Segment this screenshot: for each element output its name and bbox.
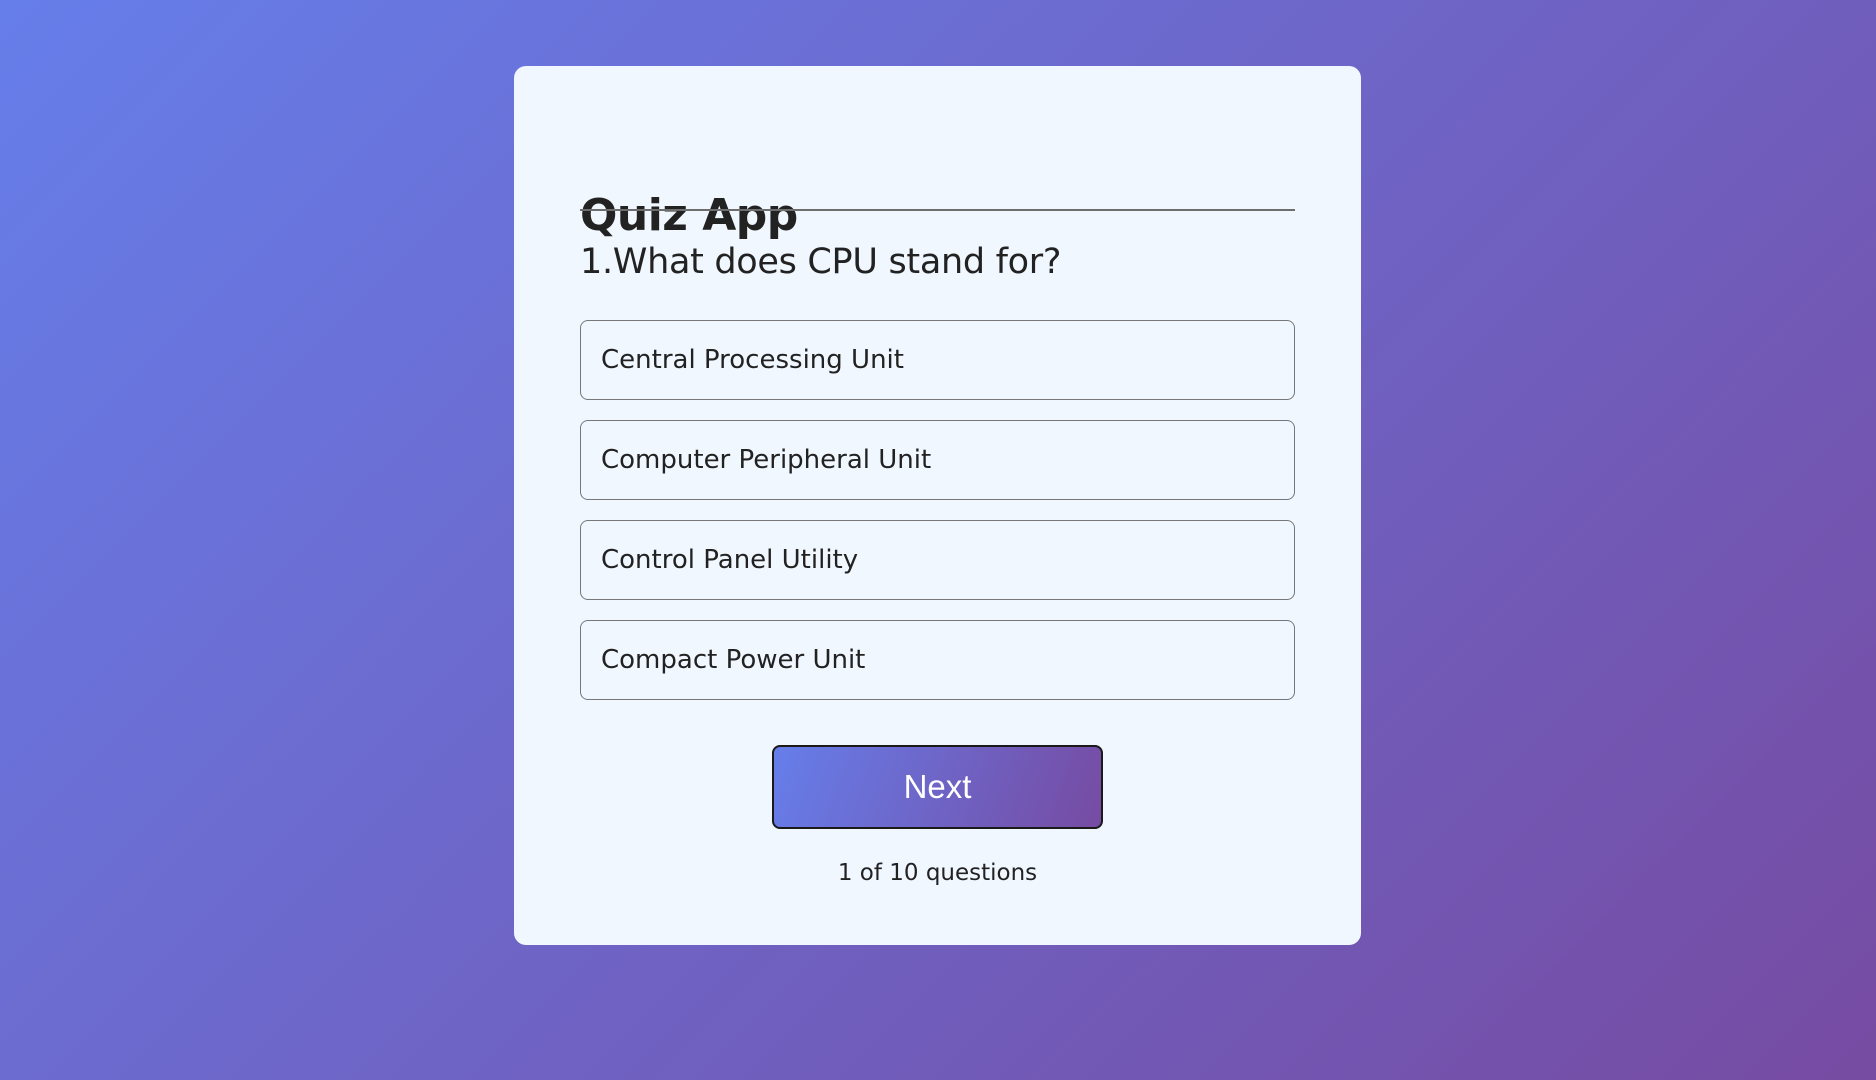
- divider: [580, 209, 1295, 211]
- question-text: 1.What does CPU stand for?: [580, 242, 1062, 282]
- quiz-card: Quiz App 1.What does CPU stand for? Cent…: [514, 66, 1361, 945]
- app-title: Quiz App: [580, 190, 798, 241]
- next-button[interactable]: Next: [772, 745, 1103, 829]
- answer-options: Central Processing Unit Computer Periphe…: [580, 320, 1295, 720]
- answer-option-3[interactable]: Control Panel Utility: [580, 520, 1295, 600]
- question-progress: 1 of 10 questions: [837, 860, 1038, 886]
- answer-option-2[interactable]: Computer Peripheral Unit: [580, 420, 1295, 500]
- answer-option-1[interactable]: Central Processing Unit: [580, 320, 1295, 400]
- answer-option-4[interactable]: Compact Power Unit: [580, 620, 1295, 700]
